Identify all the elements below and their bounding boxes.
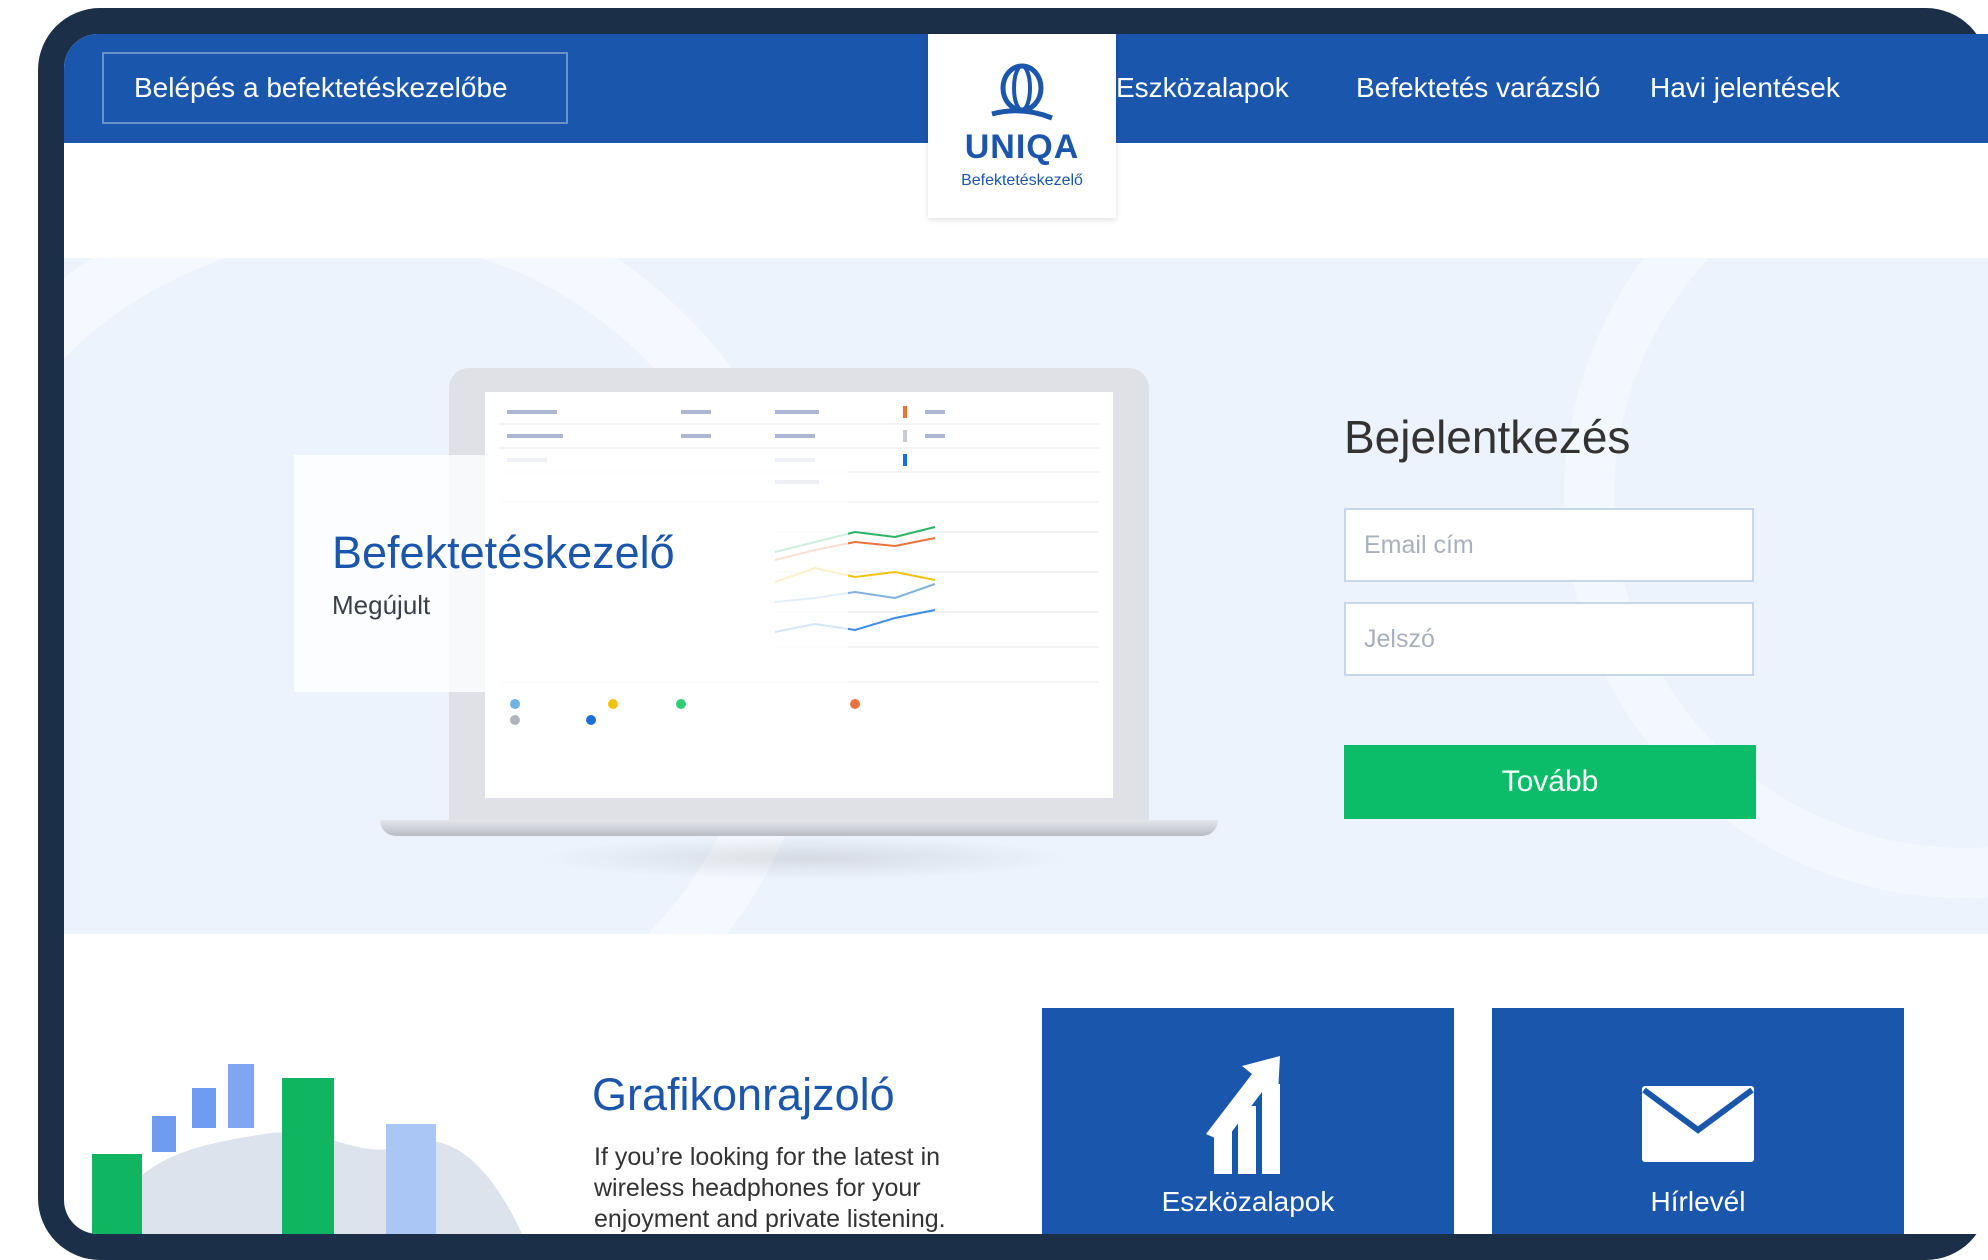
growth-chart-icon: [1206, 1056, 1280, 1174]
laptop-base: [380, 820, 1218, 836]
email-input[interactable]: [1344, 508, 1754, 582]
hero-section: Befektetéskezelő Megújult Bejelentkezés …: [64, 258, 1988, 934]
logo-wordmark: UNIQA: [964, 128, 1080, 166]
uniqa-logo[interactable]: UNIQA Befektetéskezelő: [928, 34, 1116, 218]
uniqa-logo-icon: [991, 63, 1053, 121]
promo-subtitle: Megújult: [332, 590, 431, 620]
nav-link-investment-wizard[interactable]: Befektetés varázsló: [1356, 72, 1600, 104]
login-title: Bejelentkezés: [1344, 411, 1631, 463]
nav-link-asset-funds[interactable]: Eszközalapok: [1116, 72, 1289, 104]
logo-subtitle: Befektetéskezelő: [961, 172, 1083, 189]
investment-manager-login-link[interactable]: Belépés a befektetéskezelőbe: [102, 52, 568, 124]
promo-title: Befektetéskezelő: [332, 527, 675, 578]
envelope-icon: [1642, 1086, 1754, 1162]
browser-screen: Belépés a befektetéskezelőbe Eszközalapo…: [64, 34, 1988, 1234]
chart-tool-title: Grafikonrajzoló: [592, 1069, 895, 1120]
password-input[interactable]: [1344, 602, 1754, 676]
promo-card: Befektetéskezelő Megújult: [294, 455, 848, 692]
nav-link-monthly-reports[interactable]: Havi jelentések: [1650, 72, 1840, 104]
bar-chart-illustration: [92, 1064, 523, 1234]
chart-tool-description: If you’re looking for the latest in wire…: [594, 1143, 946, 1233]
laptop-shadow: [534, 836, 1074, 880]
newsletter-tile[interactable]: Hírlevél: [1492, 1008, 1904, 1234]
continue-button[interactable]: Tovább: [1344, 745, 1756, 819]
asset-funds-tile-label: Eszközalapok: [1161, 1186, 1335, 1217]
newsletter-tile-label: Hírlevél: [1650, 1186, 1746, 1217]
asset-funds-tile[interactable]: Eszközalapok: [1042, 1008, 1454, 1234]
